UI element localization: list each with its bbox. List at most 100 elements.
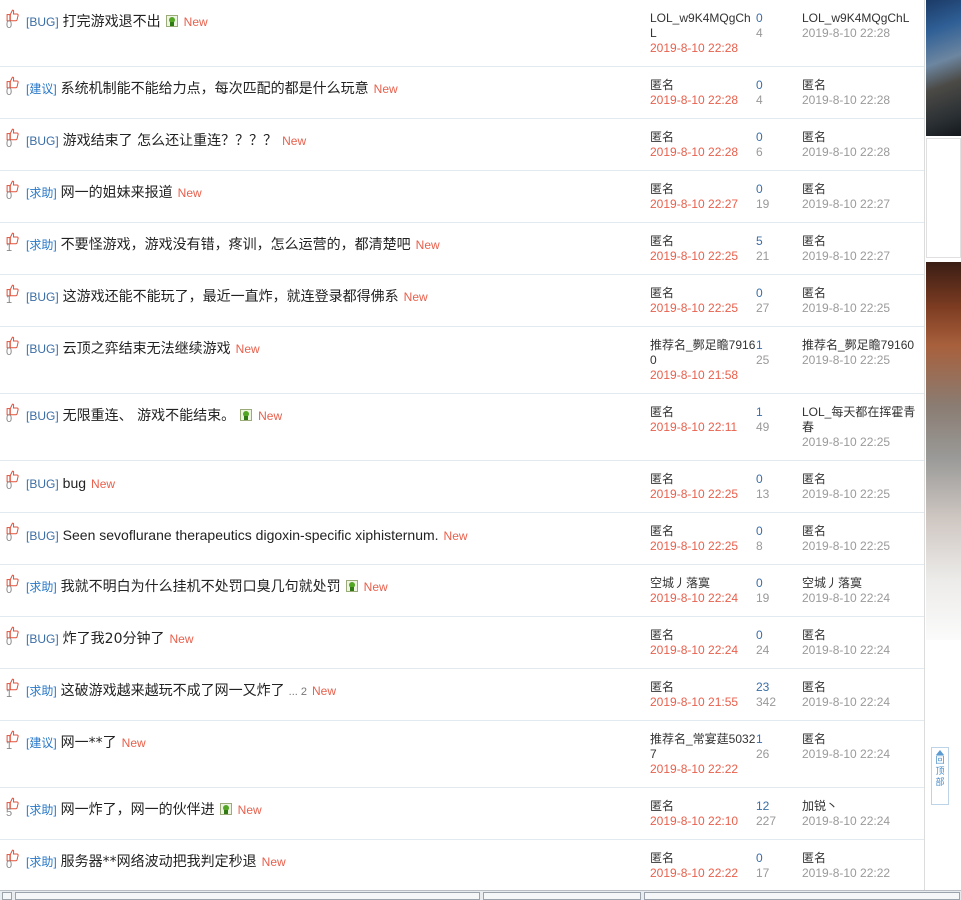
back-to-top-button[interactable]: 回 顶 部 bbox=[931, 747, 949, 805]
thread-category-tag[interactable]: [BUG] bbox=[26, 632, 59, 646]
thread-subject-cell[interactable]: [BUG] 无限重连、 游戏不能结束。 New bbox=[26, 394, 650, 438]
taskbar-button[interactable] bbox=[482, 892, 641, 900]
table-row[interactable]: 0 [建议] 系统机制能不能给力点，每次匹配的都是什么玩意 New 匿名 2019-8-1… bbox=[0, 67, 924, 119]
thread-title-link[interactable]: 系统机制能不能给力点，每次匹配的都是什么玩意 bbox=[61, 81, 369, 97]
table-row[interactable]: 0 [BUG] Seen sevoflurane therapeutics digo… bbox=[0, 513, 924, 565]
lastpost-author-link[interactable]: 匿名 bbox=[802, 130, 918, 145]
author-name-link[interactable]: 匿名 bbox=[650, 182, 756, 197]
author-name-link[interactable]: 匿名 bbox=[650, 286, 756, 301]
lastpost-author-link[interactable]: 空城丿落寞 bbox=[802, 576, 918, 591]
vote-cell[interactable]: 0 bbox=[0, 119, 26, 150]
taskbar-button[interactable] bbox=[2, 892, 12, 900]
thread-title-link[interactable]: 网一的姐妹来报道 bbox=[61, 185, 173, 201]
reply-count-link[interactable]: 1 bbox=[756, 732, 802, 747]
thread-subject-cell[interactable]: [BUG] bug New bbox=[26, 461, 650, 506]
author-name-link[interactable]: 匿名 bbox=[650, 405, 756, 420]
reply-count-link[interactable]: 0 bbox=[756, 182, 802, 197]
table-row[interactable]: 0 [BUG] 炸了我20分钟了 New 匿名 2019-8-10 22:24 0 24 匿名 2… bbox=[0, 617, 924, 669]
thread-title-link[interactable]: 这游戏还能不能玩了，最近一直炸，就连登录都得佛系 bbox=[63, 289, 399, 305]
thread-category-tag[interactable]: [BUG] bbox=[26, 529, 59, 543]
thread-category-tag[interactable]: [BUG] bbox=[26, 290, 59, 304]
thread-subject-cell[interactable]: [BUG] 打完游戏退不出 New bbox=[26, 0, 650, 44]
thread-subject-cell[interactable]: [求助] 服务器**网络波动把我判定秒退 New bbox=[26, 840, 650, 884]
author-name-link[interactable]: 匿名 bbox=[650, 851, 756, 866]
vote-cell[interactable]: 1 bbox=[0, 275, 26, 306]
thread-title-link[interactable]: 这破游戏越来越玩不成了网一又炸了 bbox=[61, 683, 285, 699]
vote-cell[interactable]: 5 bbox=[0, 788, 26, 819]
table-row[interactable]: 0 [BUG] 游戏结束了 怎么还让重连？？？？ New 匿名 2019-8-10 22:… bbox=[0, 119, 924, 171]
reply-count-link[interactable]: 0 bbox=[756, 286, 802, 301]
lastpost-author-link[interactable]: 匿名 bbox=[802, 680, 918, 695]
taskbar-button[interactable] bbox=[14, 892, 480, 900]
author-name-link[interactable]: 匿名 bbox=[650, 680, 756, 695]
thread-category-tag[interactable]: [求助] bbox=[26, 803, 57, 817]
lastpost-author-link[interactable]: LOL_每天都在挥霍青春 bbox=[802, 405, 918, 435]
thread-subject-cell[interactable]: [建议] 网一**了 New bbox=[26, 721, 650, 765]
vote-cell[interactable]: 0 bbox=[0, 840, 26, 871]
lastpost-author-link[interactable]: 推荐名_鄸足瞻79160 bbox=[802, 338, 918, 353]
thread-subject-cell[interactable]: [求助] 网一炸了，网一的伙伴进 New bbox=[26, 788, 650, 832]
lastpost-author-link[interactable]: 加锐丶 bbox=[802, 799, 918, 814]
thread-category-tag[interactable]: [求助] bbox=[26, 855, 57, 869]
thread-category-tag[interactable]: [求助] bbox=[26, 186, 57, 200]
reply-count-link[interactable]: 5 bbox=[756, 234, 802, 249]
thread-title-link[interactable]: 网一炸了，网一的伙伴进 bbox=[61, 802, 215, 818]
thread-title-link[interactable]: 游戏结束了 怎么还让重连？？？？ bbox=[63, 133, 277, 149]
vote-cell[interactable]: 0 bbox=[0, 67, 26, 98]
vote-cell[interactable]: 0 bbox=[0, 171, 26, 202]
thread-title-link[interactable]: 不要怪游戏，游戏没有错，疼训，怎么运营的，都清楚吧 bbox=[61, 237, 411, 253]
thread-title-link[interactable]: 我就不明白为什么挂机不处罚口臭几句就处罚 bbox=[61, 579, 341, 595]
thread-category-tag[interactable]: [求助] bbox=[26, 238, 57, 252]
promo-banner-image-top[interactable] bbox=[926, 0, 961, 136]
thread-category-tag[interactable]: [BUG] bbox=[26, 409, 59, 423]
thread-title-link[interactable]: 云顶之弈结束无法继续游戏 bbox=[63, 341, 231, 357]
lastpost-author-link[interactable]: 匿名 bbox=[802, 182, 918, 197]
os-taskbar[interactable] bbox=[0, 890, 961, 900]
promo-banner-image-bottom[interactable] bbox=[926, 262, 961, 640]
thread-title-link[interactable]: Seen sevoflurane therapeutics digoxin-sp… bbox=[63, 527, 439, 543]
lastpost-author-link[interactable]: 匿名 bbox=[802, 524, 918, 539]
thread-page-links[interactable]: ... 2 bbox=[289, 686, 307, 698]
reply-count-link[interactable]: 1 bbox=[756, 405, 802, 420]
thread-subject-cell[interactable]: [求助] 我就不明白为什么挂机不处罚口臭几句就处罚 New bbox=[26, 565, 650, 609]
author-name-link[interactable]: 匿名 bbox=[650, 524, 756, 539]
author-name-link[interactable]: 匿名 bbox=[650, 799, 756, 814]
vote-cell[interactable]: 0 bbox=[0, 513, 26, 544]
author-name-link[interactable]: 匿名 bbox=[650, 130, 756, 145]
thread-subject-cell[interactable]: [求助] 不要怪游戏，游戏没有错，疼训，怎么运营的，都清楚吧 New bbox=[26, 223, 650, 267]
thread-category-tag[interactable]: [BUG] bbox=[26, 342, 59, 356]
reply-count-link[interactable]: 0 bbox=[756, 472, 802, 487]
thread-subject-cell[interactable]: [建议] 系统机制能不能给力点，每次匹配的都是什么玩意 New bbox=[26, 67, 650, 111]
vote-cell[interactable]: 0 bbox=[0, 327, 26, 358]
thread-category-tag[interactable]: [求助] bbox=[26, 684, 57, 698]
thread-subject-cell[interactable]: [求助] 网一的姐妹来报道 New bbox=[26, 171, 650, 215]
table-row[interactable]: 1 [建议] 网一**了 New 推荐名_常宴莛50327 2019-8-10 22:22… bbox=[0, 721, 924, 788]
author-name-link[interactable]: 推荐名_常宴莛50327 bbox=[650, 732, 756, 762]
thread-subject-cell[interactable]: [BUG] 云顶之弈结束无法继续游戏 New bbox=[26, 327, 650, 371]
thread-title-link[interactable]: bug bbox=[63, 475, 86, 491]
vote-cell[interactable]: 1 bbox=[0, 223, 26, 254]
lastpost-author-link[interactable]: 匿名 bbox=[802, 628, 918, 643]
table-row[interactable]: 1 [BUG] 这游戏还能不能玩了，最近一直炸，就连登录都得佛系 New 匿名 2019-… bbox=[0, 275, 924, 327]
thread-subject-cell[interactable]: [BUG] 这游戏还能不能玩了，最近一直炸，就连登录都得佛系 New bbox=[26, 275, 650, 319]
table-row[interactable]: 0 [BUG] 云顶之弈结束无法继续游戏 New 推荐名_鄸足瞻79160 2019-8-… bbox=[0, 327, 924, 394]
thread-category-tag[interactable]: [BUG] bbox=[26, 134, 59, 148]
table-row[interactable]: 0 [求助] 网一的姐妹来报道 New 匿名 2019-8-10 22:27 0 19 匿名 20… bbox=[0, 171, 924, 223]
author-name-link[interactable]: 推荐名_鄸足瞻79160 bbox=[650, 338, 756, 368]
lastpost-author-link[interactable]: 匿名 bbox=[802, 234, 918, 249]
thread-category-tag[interactable]: [建议] bbox=[26, 82, 57, 96]
thread-title-link[interactable]: 服务器**网络波动把我判定秒退 bbox=[61, 854, 257, 870]
table-row[interactable]: 0 [BUG] 无限重连、 游戏不能结束。 New 匿名 2019-8-10 22:11 1… bbox=[0, 394, 924, 461]
reply-count-link[interactable]: 23 bbox=[756, 680, 802, 695]
thread-title-link[interactable]: 网一**了 bbox=[61, 735, 117, 751]
author-name-link[interactable]: 匿名 bbox=[650, 628, 756, 643]
author-name-link[interactable]: 匿名 bbox=[650, 78, 756, 93]
vote-cell[interactable]: 0 bbox=[0, 0, 26, 31]
thread-category-tag[interactable]: [BUG] bbox=[26, 477, 59, 491]
reply-count-link[interactable]: 0 bbox=[756, 11, 802, 26]
reply-count-link[interactable]: 0 bbox=[756, 130, 802, 145]
thread-category-tag[interactable]: [BUG] bbox=[26, 15, 59, 29]
lastpost-author-link[interactable]: 匿名 bbox=[802, 286, 918, 301]
author-name-link[interactable]: 空城丿落寞 bbox=[650, 576, 756, 591]
reply-count-link[interactable]: 1 bbox=[756, 338, 802, 353]
